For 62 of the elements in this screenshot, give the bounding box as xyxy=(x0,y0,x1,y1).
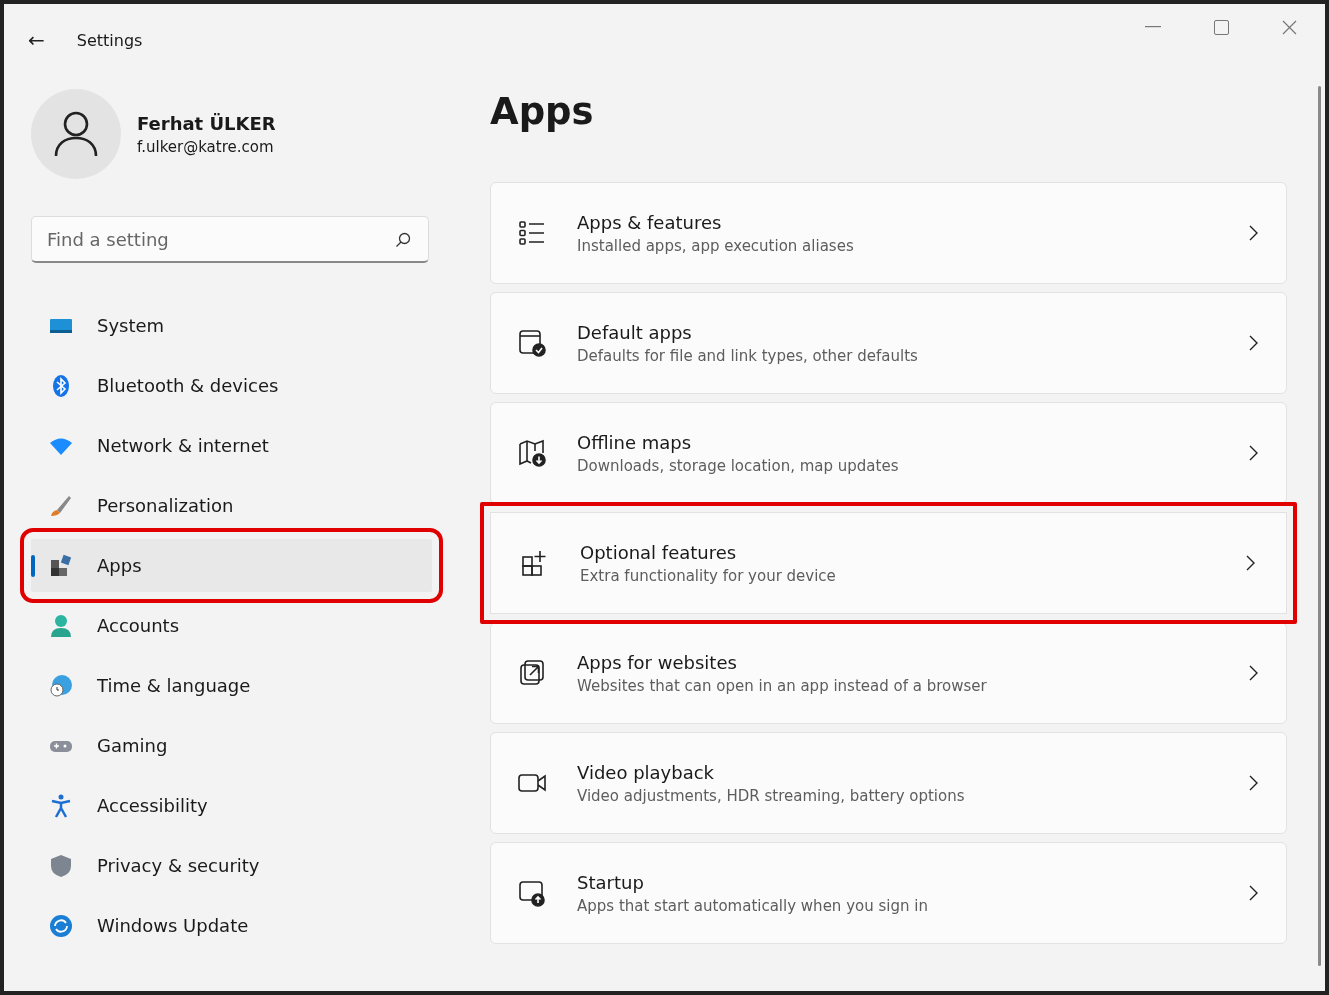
chevron-icon xyxy=(1249,885,1258,901)
card-subtitle: Installed apps, app execution aliases xyxy=(577,236,855,255)
sidebar-item[interactable]: System xyxy=(31,299,432,352)
chevron-icon xyxy=(1249,335,1258,351)
card-subtitle: Defaults for file and link types, other defaults xyxy=(577,346,919,365)
sidebar-item[interactable]: Bluetooth & devices xyxy=(31,359,432,412)
sidebar-item[interactable]: Time & language xyxy=(31,659,432,712)
sidebar-item[interactable]: Apps xyxy=(31,539,432,592)
settings-card[interactable]: Default apps Defaults for file and link types, other defaults xyxy=(490,292,1287,394)
nav-icon xyxy=(49,553,73,578)
settings-card[interactable]: Apps & features Installed apps, app execution aliases xyxy=(490,182,1287,284)
window-title: Settings xyxy=(76,30,143,50)
sidebar-item[interactable]: Privacy & security xyxy=(31,839,432,892)
settings-card[interactable]: Apps for websites Websites that can open in an app instead of a browser xyxy=(490,622,1287,724)
card-icon xyxy=(517,878,547,908)
card-subtitle: Downloads, storage location, map updates xyxy=(577,456,900,475)
card-icon xyxy=(517,328,547,358)
settings-card[interactable]: Optional features Extra functionality for your device xyxy=(480,502,1297,624)
sidebar-item[interactable]: Personalization xyxy=(31,479,432,532)
card-subtitle: Extra functionality for your device xyxy=(580,566,837,585)
scrollbar[interactable] xyxy=(1318,86,1321,966)
card-subtitle: Websites that can open in an app instead of a browser xyxy=(577,676,988,695)
user-name: Ferhat ÜLKER xyxy=(137,112,276,134)
card-subtitle: Apps that start automatically when you sign in xyxy=(577,896,929,915)
settings-card[interactable]: Startup Apps that start automatically when you sign in xyxy=(490,842,1287,944)
card-title: Offline maps xyxy=(577,431,693,453)
chevron-icon xyxy=(1249,775,1258,791)
nav-icon xyxy=(49,493,73,518)
settings-card[interactable]: Offline maps Downloads, storage location, map updates xyxy=(490,402,1287,504)
nav-icon xyxy=(49,793,73,818)
nav-icon xyxy=(49,913,73,938)
card-title: Video playback xyxy=(577,761,716,783)
card-title: Apps for websites xyxy=(577,651,738,673)
settings-card[interactable]: Video playback Video adjustments, HDR streaming, battery options xyxy=(490,732,1287,834)
sidebar-item[interactable]: Accounts xyxy=(31,599,432,652)
card-title: Default apps xyxy=(577,321,693,343)
card-title: Startup xyxy=(577,871,645,893)
sidebar-item[interactable]: Network & internet xyxy=(31,419,432,472)
card-title: Optional features xyxy=(580,541,738,563)
card-title: Apps & features xyxy=(577,211,723,233)
chevron-icon xyxy=(1246,555,1255,571)
card-subtitle: Video adjustments, HDR streaming, battery options xyxy=(577,786,966,805)
card-icon xyxy=(517,218,547,248)
close-icon[interactable] xyxy=(1282,19,1297,35)
user-email: f.ulker@katre.com xyxy=(137,137,275,156)
maximize-icon[interactable] xyxy=(1214,19,1229,35)
chevron-icon xyxy=(1249,445,1258,461)
chevron-icon xyxy=(1249,665,1258,681)
card-icon xyxy=(517,438,547,468)
search-icon xyxy=(395,232,411,248)
page-title: Apps xyxy=(490,89,595,135)
nav-icon xyxy=(49,853,73,878)
nav-icon xyxy=(49,613,73,638)
back-button[interactable]: ← xyxy=(22,26,51,54)
card-icon xyxy=(517,658,547,688)
sidebar-item[interactable]: Accessibility xyxy=(31,779,432,832)
sidebar-item[interactable]: Gaming xyxy=(31,719,432,772)
sidebar-item[interactable]: Windows Update xyxy=(31,899,432,952)
minimize-icon[interactable] xyxy=(1145,26,1161,28)
nav-icon xyxy=(49,673,73,698)
chevron-icon xyxy=(1249,225,1258,241)
search-field[interactable]: Find a setting xyxy=(31,216,429,263)
